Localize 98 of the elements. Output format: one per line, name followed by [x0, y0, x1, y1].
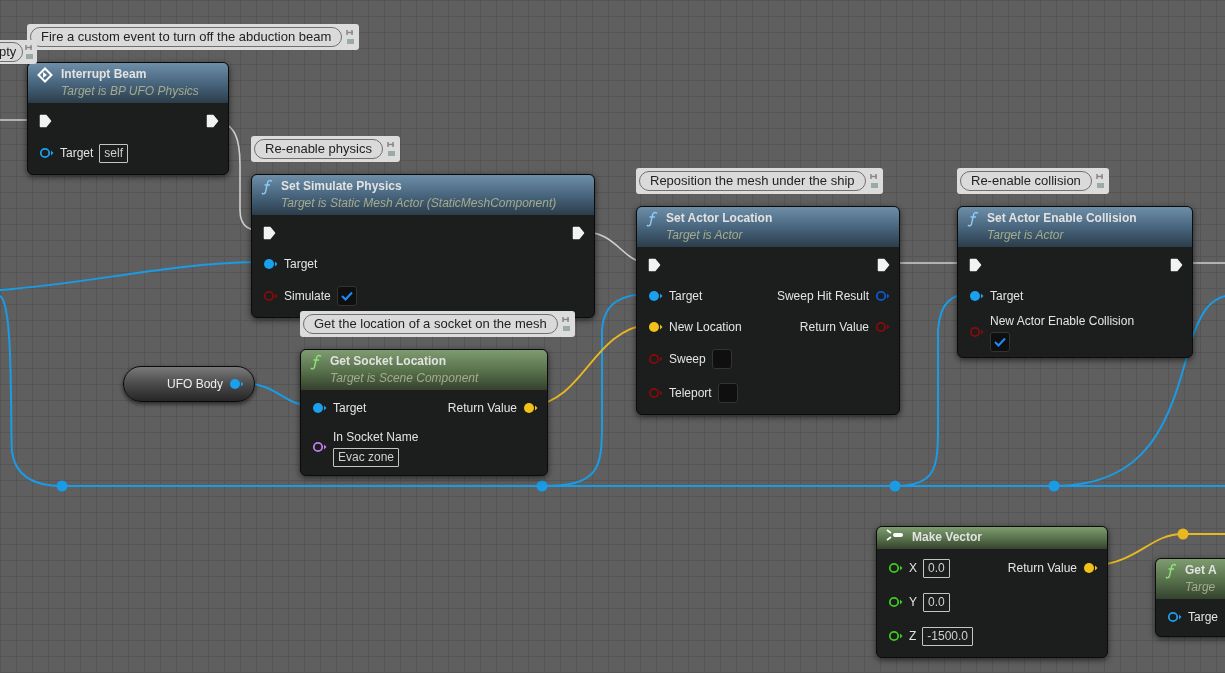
comment-text: Reposition the mesh under the ship: [639, 171, 866, 191]
comment-text: Get the location of a socket on the mesh: [303, 314, 558, 334]
exec-pin-icon[interactable]: [877, 257, 890, 272]
checkbox[interactable]: [336, 286, 357, 306]
function-icon: [310, 354, 322, 370]
value-field[interactable]: self: [99, 143, 129, 163]
node-subtitle: Target is Static Mesh Actor (StaticMeshComponent): [281, 195, 557, 212]
graph-canvas[interactable]: [0, 0, 1225, 673]
data-pin-icon[interactable]: [312, 401, 327, 414]
value-field[interactable]: -1500.0: [922, 626, 974, 646]
data-pin-icon[interactable]: [648, 289, 663, 302]
comment-bubble[interactable]: Reposition the mesh under the ship: [636, 168, 883, 194]
graph-node[interactable]: Get A Targe Targe: [1155, 558, 1225, 637]
pin-label: Simulate: [284, 288, 331, 305]
data-pin-icon[interactable]: [1083, 562, 1098, 574]
graph-node[interactable]: Interrupt Beam Target is BP UFO Physics Target self: [27, 62, 229, 175]
reroute-dot[interactable]: [1048, 480, 1060, 492]
variable-label: UFO Body: [167, 376, 223, 393]
node-title: Set Simulate Physics: [281, 178, 403, 195]
data-pin-icon[interactable]: [39, 147, 54, 159]
exec-pin-icon[interactable]: [206, 113, 219, 128]
node-subtitle: Target is Actor: [666, 227, 744, 244]
value-field[interactable]: 0.0: [923, 592, 950, 612]
pin-label: New Actor Enable Collision: [990, 313, 1135, 330]
node-subtitle: Target is Actor: [987, 227, 1065, 244]
node-subtitle: Target is Scene Component: [330, 370, 479, 387]
pin-label: Return Value: [799, 318, 869, 336]
comment-bubble[interactable]: Re-enable physics: [251, 136, 400, 162]
pin-label: Y: [909, 594, 917, 611]
exec-pin-icon[interactable]: [572, 225, 585, 240]
pin-label: Sweep Hit Result: [776, 287, 869, 305]
value-field[interactable]: 0.0: [923, 558, 950, 578]
reroute-dot[interactable]: [536, 480, 548, 492]
pin-label: Z: [909, 628, 917, 645]
checkbox[interactable]: [717, 383, 738, 403]
data-pin-icon[interactable]: [523, 401, 538, 414]
exec-pin-icon[interactable]: [263, 225, 276, 240]
graph-node[interactable]: Get Socket Location Target is Scene Component Target Return Value In Socket Name Evac zone: [300, 349, 548, 476]
pin-label: Return Value: [447, 399, 517, 417]
comment-bubble[interactable]: pty: [0, 40, 38, 64]
comment-bubble[interactable]: Fire a custom event to turn off the abduction beam: [27, 24, 360, 50]
graph-node[interactable]: Set Simulate Physics Target is Static Mesh Actor (StaticMeshComponent) Target Simulate: [251, 174, 595, 318]
node-title: Make Vector: [912, 529, 983, 546]
data-pin-icon[interactable]: [1167, 610, 1182, 623]
node-subtitle: Targe: [1185, 579, 1217, 596]
node-title: Get Socket Location: [330, 353, 448, 370]
pin-label: X: [909, 560, 917, 577]
function-icon: [967, 211, 979, 227]
function-icon: [1165, 563, 1177, 579]
event-icon: [37, 67, 53, 83]
checkbox[interactable]: [990, 332, 1010, 352]
pin-label: In Socket Name: [333, 428, 419, 446]
comment-text: Fire a custom event to turn off the abduction beam: [30, 27, 343, 47]
data-pin-icon[interactable]: [888, 630, 903, 642]
pin-label: Return Value: [1007, 560, 1077, 577]
function-icon: [261, 179, 273, 195]
node-subtitle: Target is BP UFO Physics: [61, 83, 199, 100]
pin-label: Target: [333, 399, 367, 417]
checkbox[interactable]: [711, 349, 732, 369]
graph-node[interactable]: Make Vector X 0.0 Return Value Y 0.0 Z -1500.0: [876, 526, 1108, 658]
pin-label: Target: [990, 287, 1024, 305]
variable-node[interactable]: UFO Body: [123, 366, 255, 402]
exec-pin-icon[interactable]: [648, 257, 661, 272]
check-icon: [340, 291, 353, 301]
comment-text: Re-enable collision: [960, 171, 1092, 191]
pin-label: Target: [60, 145, 94, 162]
comment-bubble[interactable]: Get the location of a socket on the mesh: [300, 311, 575, 337]
graph-node[interactable]: Set Actor Location Target is Actor Target Sweep Hit Result New Location Return Value Sweep Teleport: [636, 206, 900, 415]
check-icon: [994, 337, 1006, 347]
pin-label: Target: [284, 255, 318, 273]
data-pin-icon[interactable]: [263, 257, 278, 270]
pin-label: Target: [669, 287, 703, 305]
node-title: Set Actor Location: [666, 210, 773, 227]
pin-label: Targe: [1188, 608, 1219, 626]
function-icon: [646, 211, 658, 227]
reroute-dot[interactable]: [889, 480, 901, 492]
node-title: Interrupt Beam: [61, 66, 148, 83]
value-field[interactable]: Evac zone: [333, 447, 400, 467]
reroute-dot[interactable]: [56, 480, 68, 492]
data-pin-icon[interactable]: [312, 441, 327, 453]
exec-pin-icon[interactable]: [969, 257, 982, 272]
data-pin-icon[interactable]: [648, 320, 663, 333]
data-pin-icon[interactable]: [969, 289, 984, 302]
reroute-dot[interactable]: [1177, 528, 1189, 540]
pin-label: New Location: [669, 318, 742, 336]
comment-text: pty: [0, 42, 24, 62]
pin-label: Teleport: [669, 385, 712, 402]
node-title: Set Actor Enable Collision: [987, 210, 1137, 227]
exec-pin-icon[interactable]: [1170, 257, 1183, 272]
data-pin-icon[interactable]: [888, 596, 903, 608]
graph-node[interactable]: Set Actor Enable Collision Target is Actor Target New Actor Enable Collision: [957, 206, 1193, 358]
comment-bubble[interactable]: Re-enable collision: [957, 168, 1109, 194]
data-pin-icon[interactable]: [888, 562, 903, 574]
node-title: Get A: [1185, 562, 1217, 579]
pin-label: Sweep: [669, 351, 706, 368]
exec-pin-icon[interactable]: [39, 113, 52, 128]
comment-text: Re-enable physics: [254, 139, 383, 159]
struct-icon: [886, 529, 904, 541]
